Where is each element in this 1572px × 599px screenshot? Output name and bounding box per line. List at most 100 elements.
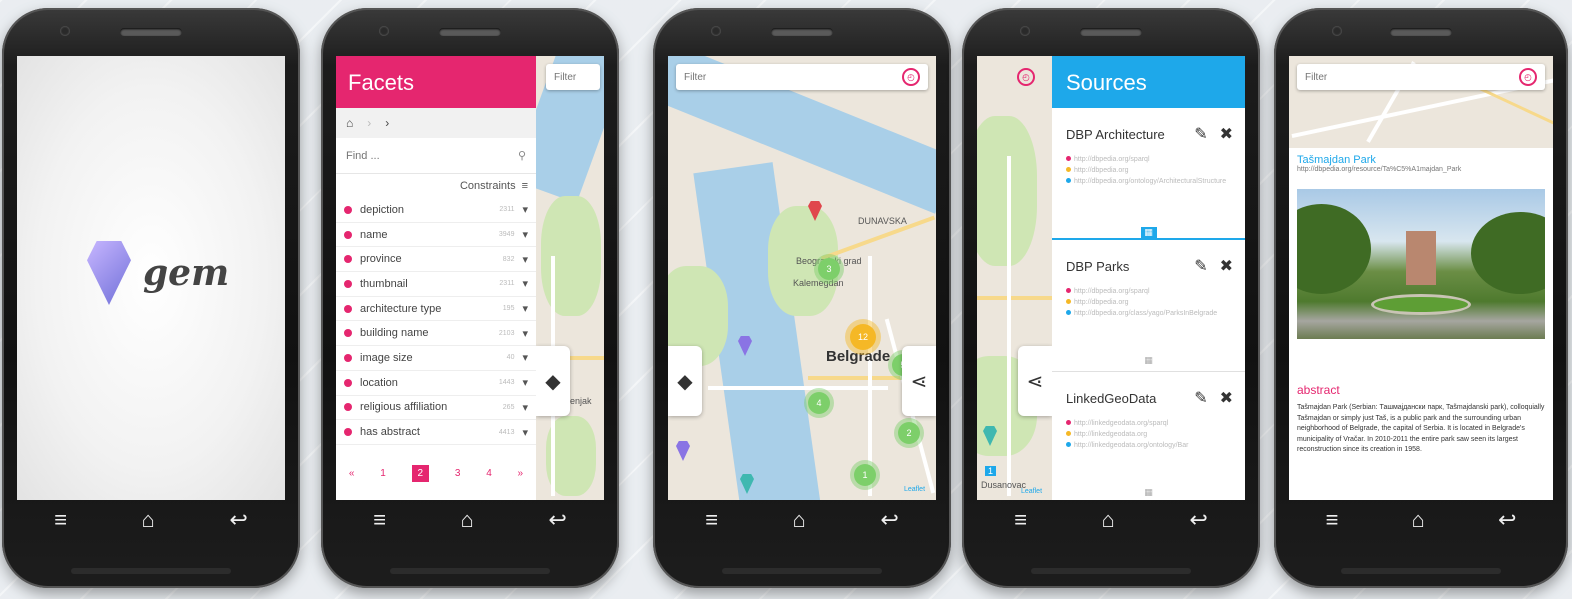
delete-icon[interactable]: ✖	[1220, 124, 1233, 144]
edit-icon[interactable]: ✎	[1194, 124, 1207, 144]
first-page-button[interactable]: «	[349, 468, 355, 479]
pagination: « 1 2 3 4 »	[336, 465, 536, 482]
earpiece-speaker	[771, 28, 833, 36]
chevron-down-icon[interactable]: ▾	[522, 203, 528, 216]
earpiece-speaker	[120, 28, 182, 36]
facet-item[interactable]: building name 2103 ▾	[336, 321, 536, 347]
last-page-button[interactable]: »	[518, 468, 524, 479]
place-label: Kalemegdan	[793, 278, 844, 288]
filter-input[interactable]	[684, 71, 902, 83]
sources-tab-button[interactable]: ⋖	[1018, 346, 1052, 416]
leaflet-attribution[interactable]: Leaflet	[904, 486, 925, 493]
facets-tab-button[interactable]: ◆	[668, 346, 702, 416]
facet-item[interactable]: thumbnail 2311 ▾	[336, 272, 536, 297]
home-icon[interactable]: ⌂	[793, 507, 806, 533]
search-icon[interactable]: ⚲	[518, 149, 526, 162]
chevron-down-icon[interactable]: ▾	[522, 376, 528, 389]
filter-input[interactable]	[1305, 71, 1519, 83]
facet-item[interactable]: location 1443 ▾	[336, 371, 536, 396]
source-card[interactable]: LinkedGeoData ✎ ✖ http://linkedgeodata.org…	[1052, 372, 1245, 500]
menu-icon[interactable]: ≡	[1014, 507, 1027, 533]
leaflet-attribution[interactable]: Leaflet	[1021, 488, 1042, 495]
compass-icon[interactable]: ◴	[1519, 68, 1537, 86]
marker-cluster[interactable]: 4	[808, 392, 830, 414]
chevron-down-icon[interactable]: ▾	[522, 401, 528, 414]
source-card[interactable]: DBP Parks ✎ ✖ http://dbpedia.org/sparql ht…	[1052, 240, 1245, 372]
source-urls: http://dbpedia.org/sparql http://dbpedia…	[1066, 154, 1233, 187]
breadcrumb: ⌂ › ›	[336, 108, 536, 138]
chevron-down-icon[interactable]: ▾	[522, 351, 528, 364]
chevron-down-icon[interactable]: ▾	[522, 277, 528, 290]
delete-icon[interactable]: ✖	[1220, 388, 1233, 408]
compass-icon[interactable]: ◴	[1017, 68, 1035, 86]
filter-input[interactable]	[554, 71, 604, 83]
facet-item[interactable]: depiction 2311 ▾	[336, 198, 536, 223]
back-icon[interactable]: ↩	[548, 507, 566, 533]
facet-dot-icon	[344, 329, 352, 338]
menu-icon[interactable]: ≡	[705, 507, 718, 533]
facet-label: location	[360, 376, 398, 389]
constraints-label: Constraints	[459, 180, 516, 192]
edit-icon[interactable]: ✎	[1194, 256, 1207, 276]
current-page-button[interactable]: 2	[411, 465, 430, 482]
map-marker[interactable]	[676, 441, 690, 461]
chevron-down-icon[interactable]: ▾	[522, 302, 528, 315]
back-icon[interactable]: ↩	[1498, 507, 1516, 533]
menu-icon[interactable]: ≡	[54, 507, 67, 533]
facet-item[interactable]: architecture type 195 ▾	[336, 297, 536, 322]
resource-uri[interactable]: http://dbpedia.org/resource/Ta%C5%A1majd…	[1297, 166, 1545, 173]
grid-icon[interactable]: ▦	[1140, 227, 1157, 239]
menu-icon[interactable]: ≡	[373, 507, 386, 533]
home-icon[interactable]: ⌂	[461, 507, 474, 533]
facet-item[interactable]: name 3949 ▾	[336, 223, 536, 248]
back-icon[interactable]: ↩	[880, 507, 898, 533]
phone-chin	[390, 568, 550, 574]
constraints-toggle[interactable]: Constraints ≡	[336, 174, 536, 198]
layers-tab-button[interactable]: ◆	[536, 346, 570, 416]
delete-icon[interactable]: ✖	[1220, 256, 1233, 276]
marker-cluster[interactable]: 1	[854, 464, 876, 486]
home-icon[interactable]: ⌂	[346, 116, 353, 130]
sources-screen: Dusanovac 1 Leaflet ◴ ⋖ Sources DBP Arch…	[977, 56, 1245, 500]
source-name: LinkedGeoData	[1066, 390, 1157, 406]
page-button[interactable]: 3	[455, 468, 461, 479]
layer-count-badge[interactable]: 1	[985, 466, 997, 476]
facet-label: name	[360, 228, 388, 241]
phone-chin	[1341, 568, 1501, 574]
sources-tab-button[interactable]: ⋖	[902, 346, 936, 416]
chevron-down-icon[interactable]: ▾	[522, 253, 528, 266]
marker-cluster[interactable]: 2	[898, 422, 920, 444]
facet-dot-icon	[344, 205, 352, 214]
gem-logo: gem	[87, 241, 229, 305]
compass-icon[interactable]: ◴	[902, 68, 920, 86]
chevron-down-icon[interactable]: ▾	[522, 327, 528, 340]
facet-item[interactable]: province 832 ▾	[336, 247, 536, 273]
facet-item[interactable]: has abstract 4413 ▾	[336, 420, 536, 445]
chevron-down-icon[interactable]: ▾	[522, 228, 528, 241]
facet-item[interactable]: image size 40 ▾	[336, 346, 536, 371]
facet-dot-icon	[344, 403, 352, 412]
home-icon[interactable]: ⌂	[1102, 507, 1115, 533]
menu-icon[interactable]: ≡	[1326, 507, 1339, 533]
facet-label: image size	[360, 351, 413, 364]
back-icon[interactable]: ↩	[229, 507, 247, 533]
front-camera	[1020, 26, 1030, 36]
phone-chin	[722, 568, 882, 574]
grid-icon[interactable]: ▦	[1141, 487, 1157, 499]
page-button[interactable]: 1	[380, 468, 386, 479]
back-icon[interactable]: ↩	[1189, 507, 1207, 533]
chevron-down-icon[interactable]: ▾	[522, 426, 528, 439]
facet-item[interactable]: religious affiliation 265 ▾	[336, 396, 536, 421]
marker-cluster[interactable]: 3	[818, 258, 840, 280]
page-button[interactable]: 4	[486, 468, 492, 479]
marker-cluster[interactable]: 12	[850, 324, 876, 350]
map-view[interactable]: DUNAVSKA Kalemegdan Beogradski grad Belg…	[668, 56, 936, 500]
source-card[interactable]: DBP Architecture ✎ ✖ http://dbpedia.org/sp…	[1052, 108, 1245, 240]
home-icon[interactable]: ⌂	[142, 507, 155, 533]
home-icon[interactable]: ⌂	[1412, 507, 1425, 533]
resource-title[interactable]: Tašmajdan Park	[1297, 154, 1545, 166]
edit-icon[interactable]: ✎	[1194, 388, 1207, 408]
find-input[interactable]	[346, 149, 518, 162]
front-camera	[379, 26, 389, 36]
grid-icon[interactable]: ▦	[1141, 355, 1157, 367]
